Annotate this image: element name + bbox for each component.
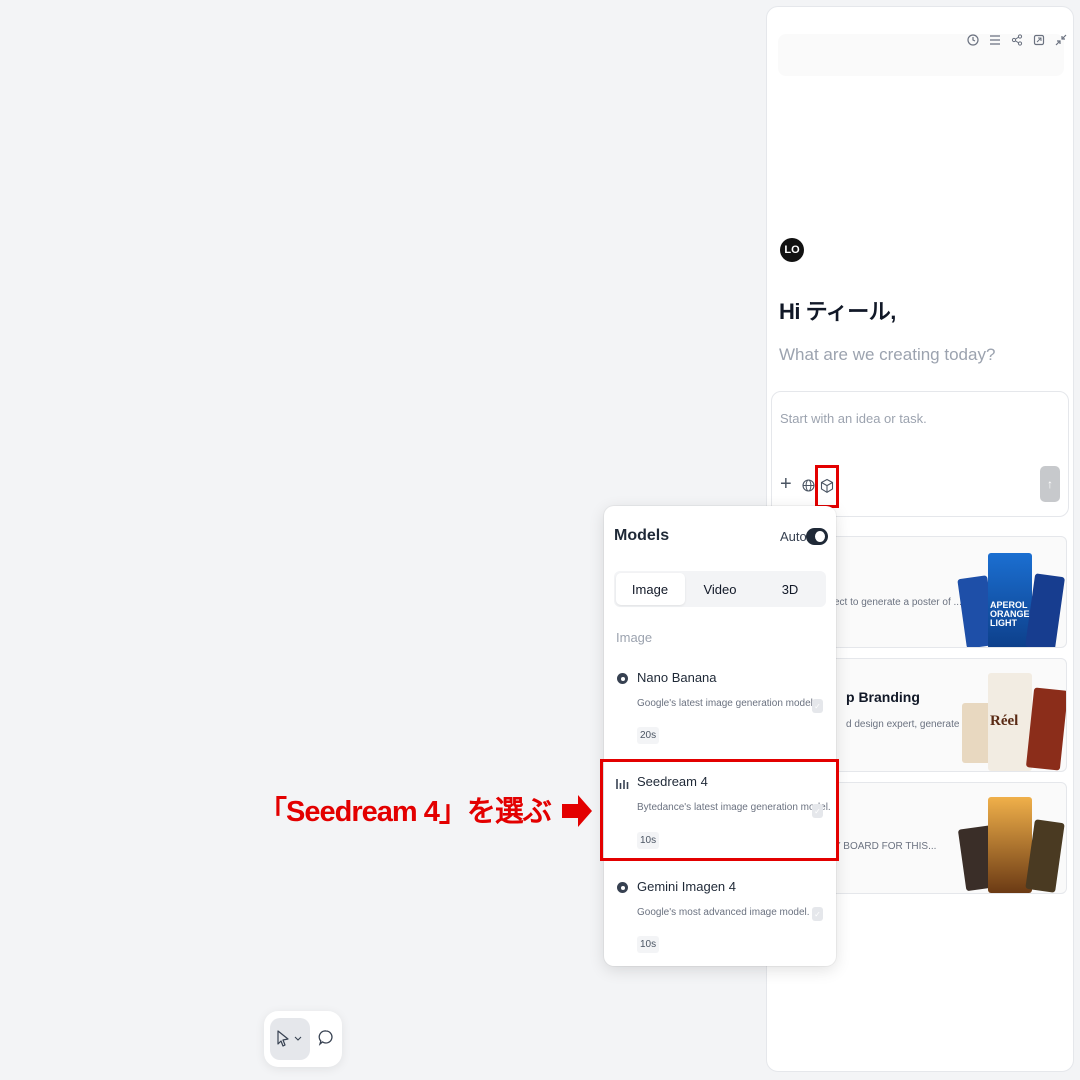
- card-desc: Y BOARD FOR THIS...: [834, 841, 937, 852]
- greeting-heading: Hi ティール,: [779, 299, 896, 324]
- poster-text: APEROL ORANGE LIGHT: [990, 600, 1030, 628]
- model-checkbox[interactable]: ✓: [812, 907, 823, 921]
- auto-toggle-knob: [815, 531, 825, 542]
- branding-thumb: Réel: [988, 673, 1032, 771]
- model-name[interactable]: Nano Banana: [637, 670, 717, 685]
- prompt-input-placeholder[interactable]: Start with an idea or task.: [780, 411, 927, 426]
- arrow-right-icon: [562, 795, 592, 827]
- annotation-callout: 「Seedream 4」を選ぶ: [258, 796, 552, 828]
- tab-image[interactable]: Image: [615, 582, 685, 597]
- comment-icon[interactable]: [318, 1029, 334, 1047]
- tab-video[interactable]: Video: [685, 582, 755, 597]
- greeting-subtitle: What are we creating today?: [779, 345, 996, 364]
- assistant-logo-text: LO: [784, 244, 800, 256]
- model-button-highlight: [815, 465, 839, 508]
- poster-thumb: APEROL ORANGE LIGHT: [988, 553, 1032, 647]
- google-model-icon: [617, 673, 628, 684]
- card-title: p Branding: [846, 689, 920, 705]
- send-button[interactable]: ↑: [1040, 466, 1060, 502]
- collapse-icon[interactable]: [1054, 33, 1068, 47]
- tab-3d[interactable]: 3D: [755, 582, 825, 597]
- model-time-badge: 20s: [637, 727, 660, 744]
- model-time-badge: 10s: [637, 936, 660, 953]
- branding-thumb: [1025, 687, 1066, 771]
- share-icon[interactable]: [1010, 33, 1024, 47]
- chevron-down-icon[interactable]: [294, 1036, 302, 1042]
- pointer-icon[interactable]: [276, 1029, 290, 1047]
- list-icon[interactable]: [988, 33, 1002, 47]
- storyboard-thumb: [988, 797, 1032, 893]
- export-icon[interactable]: [1032, 33, 1046, 47]
- history-icon[interactable]: [966, 33, 980, 47]
- globe-icon[interactable]: [802, 479, 815, 492]
- branding-text: Réel: [990, 713, 1019, 729]
- model-desc: Google's most advanced image model.: [637, 907, 810, 918]
- model-desc: Google's latest image generation model.: [637, 698, 816, 709]
- seedream-highlight-box: [600, 759, 839, 861]
- card-desc: d design expert, generate ...: [846, 719, 971, 730]
- model-checkbox[interactable]: ✓: [812, 699, 823, 713]
- panel-header-icons: [966, 30, 1068, 50]
- card-desc: ect to generate a poster of ...: [834, 597, 962, 608]
- model-name[interactable]: Gemini Imagen 4: [637, 879, 736, 894]
- google-model-icon: [617, 882, 628, 893]
- add-attachment-button[interactable]: +: [780, 474, 792, 494]
- models-title: Models: [614, 527, 670, 544]
- section-label-image: Image: [616, 630, 653, 645]
- auto-label: Auto: [780, 529, 807, 544]
